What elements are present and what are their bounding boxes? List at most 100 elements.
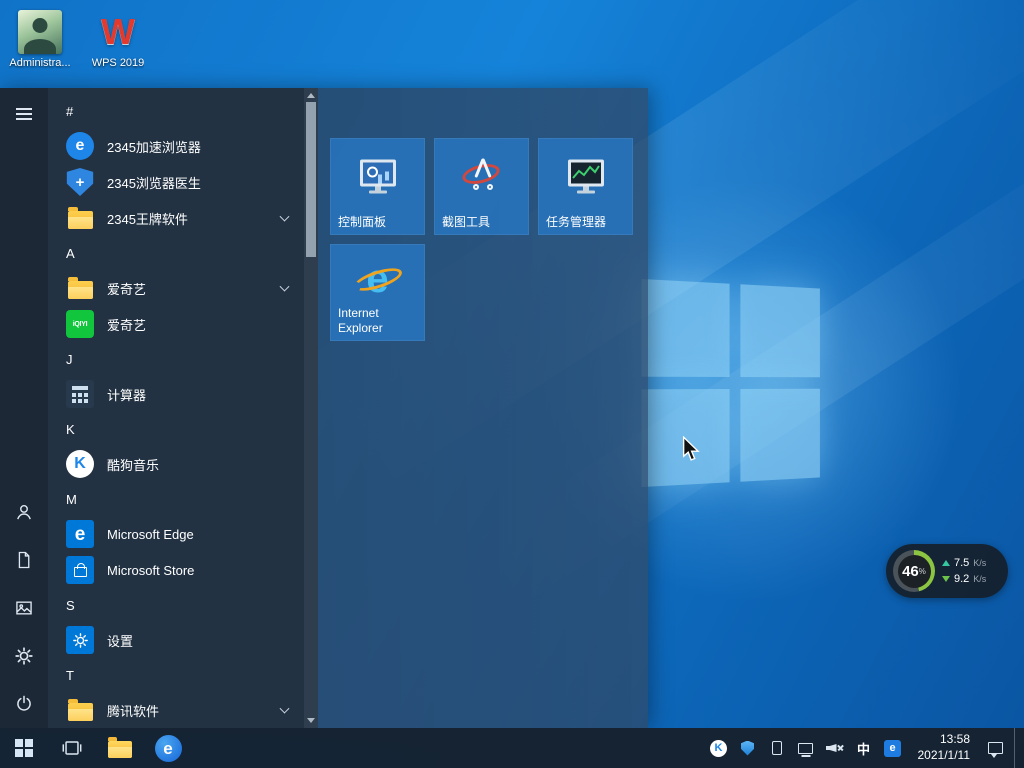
section-header-k[interactable]: K	[48, 412, 304, 446]
section-header-t[interactable]: T	[48, 658, 304, 692]
hamburger-icon	[16, 113, 32, 115]
app-item-iqiyi-folder[interactable]: 爱奇艺	[48, 270, 304, 306]
section-header-a[interactable]: A	[48, 236, 304, 270]
folder-icon	[66, 204, 94, 232]
app-item-microsoft-edge[interactable]: e Microsoft Edge	[48, 516, 304, 552]
app-item-label: 2345加速浏览器	[107, 137, 201, 156]
upload-speed-value: 7.5	[954, 557, 969, 569]
windows-desktop: Administra... W WPS 2019	[0, 0, 1024, 768]
app-item-microsoft-store[interactable]: Microsoft Store	[48, 552, 304, 588]
rail-bottom-group	[0, 488, 48, 728]
tray-kugou-button[interactable]: K	[709, 728, 729, 768]
usage-gauge: 46%	[893, 550, 935, 592]
taskbar-empty-area	[192, 728, 709, 768]
menu-expand-button[interactable]	[0, 90, 48, 138]
app-item-label: 2345王牌软件	[107, 209, 188, 228]
tray-ime-button[interactable]: 中	[854, 728, 874, 768]
clock-date: 2021/1/11	[918, 748, 971, 764]
tray-volume-button[interactable]	[825, 728, 845, 768]
section-letter: #	[66, 104, 73, 119]
action-center-button[interactable]	[985, 728, 1005, 768]
taskbar-clock[interactable]: 13:58 2021/1/11	[912, 732, 977, 763]
section-header-j[interactable]: J	[48, 342, 304, 376]
app-item-iqiyi[interactable]: iQIYI 爱奇艺	[48, 306, 304, 342]
desktop-icon-administrator[interactable]: Administra...	[8, 10, 72, 69]
desktop-icon-label: Administra...	[9, 57, 70, 69]
file-explorer-button[interactable]	[96, 728, 144, 768]
snipping-tool-icon	[460, 156, 504, 190]
windows-wallpaper-logo	[642, 279, 820, 487]
task-view-button[interactable]	[48, 728, 96, 768]
tile-label: Internet Explorer	[338, 306, 419, 336]
app-item-2345-software-folder[interactable]: 2345王牌软件	[48, 200, 304, 236]
folder-icon	[66, 274, 94, 302]
volume-muted-icon	[826, 741, 844, 755]
app-item-label: 爱奇艺	[107, 279, 146, 298]
wps-logo-icon: W	[96, 10, 140, 54]
tile-internet-explorer[interactable]: e Internet Explorer	[330, 244, 425, 341]
start-button[interactable]	[0, 728, 48, 768]
upload-speed-row: 7.5 K/s	[942, 557, 986, 569]
tile-label: 截图工具	[442, 215, 523, 230]
show-desktop-button[interactable]	[1014, 728, 1020, 768]
scroll-down-arrow-icon[interactable]	[307, 718, 315, 723]
power-icon	[14, 694, 34, 714]
device-icon	[772, 741, 782, 755]
app-item-settings[interactable]: 设置	[48, 622, 304, 658]
start-menu-rail	[0, 88, 48, 728]
section-letter: J	[66, 352, 73, 367]
document-icon	[14, 550, 34, 570]
app-item-2345-browser[interactable]: e 2345加速浏览器	[48, 128, 304, 164]
tile-task-manager[interactable]: 任务管理器	[538, 138, 633, 235]
user-account-button[interactable]	[0, 488, 48, 536]
tile-label: 任务管理器	[546, 215, 627, 230]
tray-security-button[interactable]	[738, 728, 758, 768]
upload-speed-unit: K/s	[973, 558, 986, 568]
user-icon	[14, 502, 34, 522]
desktop-icon-wps-2019[interactable]: W WPS 2019	[86, 10, 150, 69]
desktop-icon-area: Administra... W WPS 2019	[8, 10, 150, 69]
network-speed-widget[interactable]: 46% 7.5 K/s 9.2 K/s	[886, 544, 1008, 598]
pinned-browser-button[interactable]: e	[144, 728, 192, 768]
tray-network-button[interactable]	[796, 728, 816, 768]
app-item-kugou-music[interactable]: K 酷狗音乐	[48, 446, 304, 482]
download-arrow-icon	[942, 576, 950, 582]
app-item-tencent-folder[interactable]: 腾讯软件	[48, 692, 304, 728]
download-speed-row: 9.2 K/s	[942, 573, 986, 585]
action-center-icon	[988, 742, 1003, 754]
app-item-calculator[interactable]: 计算器	[48, 376, 304, 412]
chevron-down-icon	[280, 212, 290, 222]
kugou-icon: K	[710, 740, 727, 757]
clock-time: 13:58	[940, 732, 970, 748]
app-item-2345-browser-doctor[interactable]: + 2345浏览器医生	[48, 164, 304, 200]
browser-icon: e	[155, 735, 182, 762]
app-item-label: 计算器	[107, 385, 146, 404]
task-view-icon	[61, 737, 83, 759]
section-header-m[interactable]: M	[48, 482, 304, 516]
pictures-button[interactable]	[0, 584, 48, 632]
icon-glyph: e	[76, 138, 85, 154]
shield-icon	[741, 741, 754, 756]
tray-device-button[interactable]	[767, 728, 787, 768]
app-list-scrollbar[interactable]	[304, 88, 318, 728]
settings-gear-icon	[66, 626, 94, 654]
chevron-down-icon	[280, 704, 290, 714]
section-header-s[interactable]: S	[48, 588, 304, 622]
chevron-down-icon	[280, 282, 290, 292]
scrollbar-thumb[interactable]	[306, 102, 316, 257]
tile-area: 控制面板 截图工具	[318, 88, 648, 728]
power-button[interactable]	[0, 680, 48, 728]
app-item-label: 酷狗音乐	[107, 455, 159, 474]
settings-button[interactable]	[0, 632, 48, 680]
iqiyi-icon: iQIYI	[66, 310, 94, 338]
section-letter: K	[66, 422, 75, 437]
documents-button[interactable]	[0, 536, 48, 584]
tile-control-panel[interactable]: 控制面板	[330, 138, 425, 235]
scroll-up-arrow-icon[interactable]	[307, 93, 315, 98]
tray-browser-button[interactable]: e	[883, 728, 903, 768]
icon-glyph: +	[76, 175, 85, 190]
ime-language-indicator: 中	[857, 739, 870, 758]
section-header-hash[interactable]: #	[48, 94, 304, 128]
tile-snipping-tool[interactable]: 截图工具	[434, 138, 529, 235]
app-item-label: 2345浏览器医生	[107, 173, 201, 192]
